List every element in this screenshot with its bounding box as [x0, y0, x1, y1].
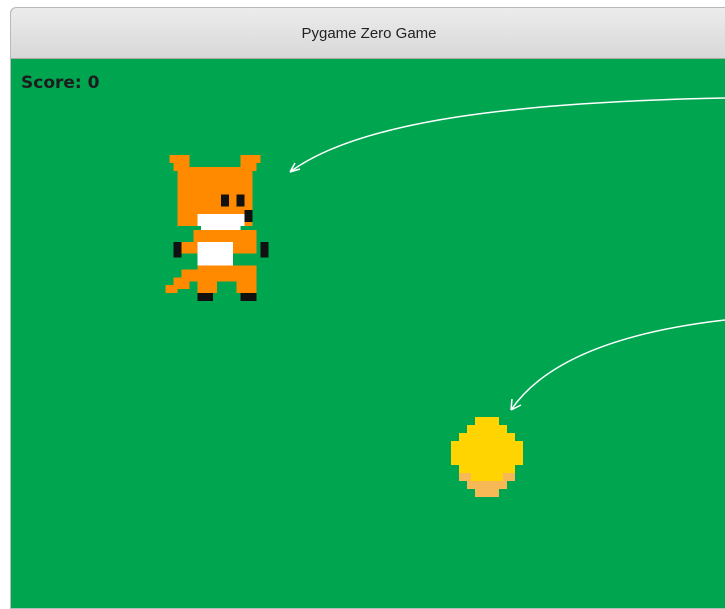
score-label: Score: 0	[21, 73, 100, 93]
game-window: Pygame Zero Game Score: 0	[10, 7, 725, 609]
fox-sprite-icon	[165, 155, 269, 301]
title-bar[interactable]: Pygame Zero Game	[11, 8, 725, 59]
window-title: Pygame Zero Game	[301, 24, 437, 42]
game-canvas[interactable]: Score: 0	[11, 59, 725, 608]
coin-sprite-icon	[451, 417, 523, 497]
